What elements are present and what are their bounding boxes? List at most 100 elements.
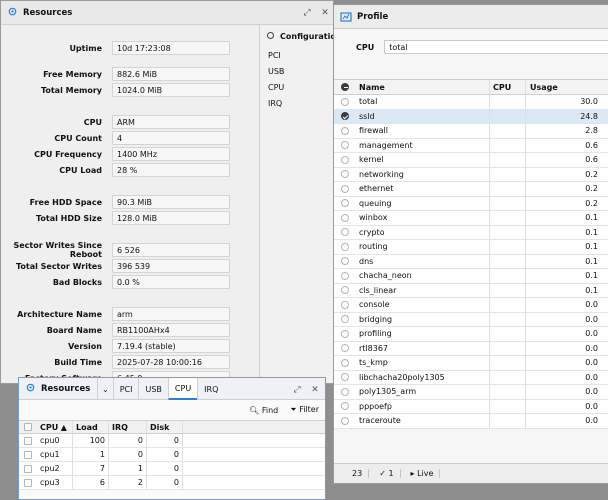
cpu-disk: 0 (173, 464, 179, 473)
table-row[interactable]: chacha_neon 0.1 (334, 269, 608, 284)
row-checkbox[interactable] (341, 97, 349, 106)
column-header-usage[interactable]: Usage (530, 83, 558, 92)
cpu-load: 6 (99, 478, 105, 487)
column-header-disk[interactable]: Disk (150, 423, 169, 432)
select-all-checkbox[interactable] (341, 83, 349, 91)
find-button[interactable]: 🔍︎ Find (249, 406, 278, 415)
filter-button[interactable]: ⏷ Filter (290, 405, 319, 415)
cpu-disk: 0 (173, 478, 179, 487)
configuration-item-pci[interactable]: PCI (260, 47, 333, 63)
table-row[interactable]: dns 0.1 (334, 254, 608, 269)
close-icon[interactable]: ✕ (319, 7, 331, 19)
tab-usb[interactable]: USB (138, 378, 167, 400)
select-all-checkbox[interactable] (24, 423, 32, 431)
resource-field-value: 1400 MHz (112, 147, 230, 161)
configuration-item-irq[interactable]: IRQ (260, 95, 333, 111)
table-row[interactable]: kernel 0.6 (334, 153, 608, 168)
row-checkbox[interactable] (341, 112, 349, 121)
restore-icon[interactable]: ⤢ (291, 384, 303, 396)
column-header-irq[interactable]: IRQ (112, 423, 128, 432)
row-checkbox[interactable] (341, 300, 349, 309)
table-row[interactable]: networking 0.2 (334, 167, 608, 182)
process-name: traceroute (359, 416, 401, 426)
column-header-name[interactable]: Name (359, 83, 385, 92)
row-checkbox[interactable] (341, 315, 349, 324)
column-header-cpu[interactable]: CPU (40, 423, 58, 432)
resources-title: Resources (23, 7, 73, 18)
resources-titlebar[interactable]: Resources ⤢ ✕ (1, 1, 333, 25)
row-checkbox[interactable] (341, 373, 349, 382)
profile-table: Name CPU Usage total 30.0 ssld 24.8 firewall… (334, 79, 608, 429)
column-header-load[interactable]: Load (76, 423, 98, 432)
table-row[interactable]: cpu1 1 0 0 (19, 448, 325, 462)
row-checkbox[interactable] (341, 184, 349, 193)
row-checkbox[interactable] (341, 257, 349, 266)
row-checkbox[interactable] (341, 126, 349, 135)
resources-tabs-window: Resources ⤢ ✕ ⌄ PCI USB CPU IRQ 🔍︎ Find ⏷ F… (18, 377, 326, 500)
row-checkbox[interactable] (341, 358, 349, 367)
process-name: ssld (359, 111, 375, 121)
row-checkbox[interactable] (341, 344, 349, 353)
live-toggle[interactable]: ▸ Live (405, 469, 441, 478)
table-row[interactable]: profiling 0.0 (334, 327, 608, 342)
table-row[interactable]: bridging 0.0 (334, 312, 608, 327)
res2-toolbar: 🔍︎ Find ⏷ Filter (19, 400, 325, 420)
tab-irq[interactable]: IRQ (197, 378, 224, 400)
row-checkbox[interactable] (24, 450, 32, 459)
resource-field: CPU Count 4 (1, 131, 257, 145)
tab-pci[interactable]: PCI (112, 378, 139, 400)
configuration-item-usb[interactable]: USB (260, 63, 333, 79)
close-icon[interactable]: ✕ (309, 384, 321, 396)
table-row[interactable]: total 30.0 (334, 95, 608, 110)
row-checkbox[interactable] (341, 213, 349, 222)
cpu-filter-input[interactable]: total (384, 40, 608, 54)
tabs-dropdown-chevron-down-icon[interactable]: ⌄ (97, 378, 113, 400)
row-checkbox[interactable] (341, 271, 349, 280)
table-row[interactable]: winbox 0.1 (334, 211, 608, 226)
table-row[interactable]: cpu3 6 2 0 (19, 476, 325, 490)
row-checkbox[interactable] (341, 402, 349, 411)
row-checkbox[interactable] (24, 478, 32, 487)
row-checkbox[interactable] (341, 416, 349, 425)
table-row[interactable]: traceroute 0.0 (334, 414, 608, 429)
row-checkbox[interactable] (24, 464, 32, 473)
table-row[interactable]: cls_linear 0.1 (334, 283, 608, 298)
resource-field: Board Name RB1100AHx4 (1, 323, 257, 337)
profile-titlebar[interactable]: Profile (334, 5, 608, 29)
configuration-header: Configuration (260, 25, 333, 47)
restore-icon[interactable]: ⤢ (301, 7, 313, 19)
row-checkbox[interactable] (341, 199, 349, 208)
table-row[interactable]: rtl8367 0.0 (334, 341, 608, 356)
table-row[interactable]: libchacha20poly1305 0.0 (334, 370, 608, 385)
row-checkbox[interactable] (341, 228, 349, 237)
table-row[interactable]: cpu0 100 0 0 (19, 434, 325, 448)
row-checkbox[interactable] (341, 170, 349, 179)
cpu-table-header: CPU ▲ Load IRQ Disk (19, 420, 325, 434)
tab-cpu[interactable]: CPU (167, 378, 198, 400)
table-row[interactable]: routing 0.1 (334, 240, 608, 255)
resource-field-label: CPU Frequency (34, 149, 102, 159)
configuration-item-cpu[interactable]: CPU (260, 79, 333, 95)
row-checkbox[interactable] (341, 387, 349, 396)
configuration-gear-icon (266, 31, 275, 42)
table-row[interactable]: pppoefp 0.0 (334, 399, 608, 414)
table-row[interactable]: ethernet 0.2 (334, 182, 608, 197)
row-checkbox[interactable] (341, 155, 349, 164)
row-checkbox[interactable] (341, 242, 349, 251)
table-row[interactable]: ts_kmp 0.0 (334, 356, 608, 371)
row-checkbox[interactable] (341, 286, 349, 295)
table-row[interactable]: console 0.0 (334, 298, 608, 313)
table-row[interactable]: firewall 2.8 (334, 124, 608, 139)
table-row[interactable]: crypto 0.1 (334, 225, 608, 240)
process-name: kernel (359, 155, 384, 165)
table-row[interactable]: poly1305_arm 0.0 (334, 385, 608, 400)
process-name: cls_linear (359, 285, 397, 295)
table-row[interactable]: queuing 0.2 (334, 196, 608, 211)
row-checkbox[interactable] (341, 329, 349, 338)
table-row[interactable]: ssld 24.8 (334, 109, 608, 124)
table-row[interactable]: cpu2 7 1 0 (19, 462, 325, 476)
column-header-cpu[interactable]: CPU (493, 83, 511, 92)
table-row[interactable]: management 0.6 (334, 138, 608, 153)
row-checkbox[interactable] (24, 436, 32, 445)
row-checkbox[interactable] (341, 141, 349, 150)
